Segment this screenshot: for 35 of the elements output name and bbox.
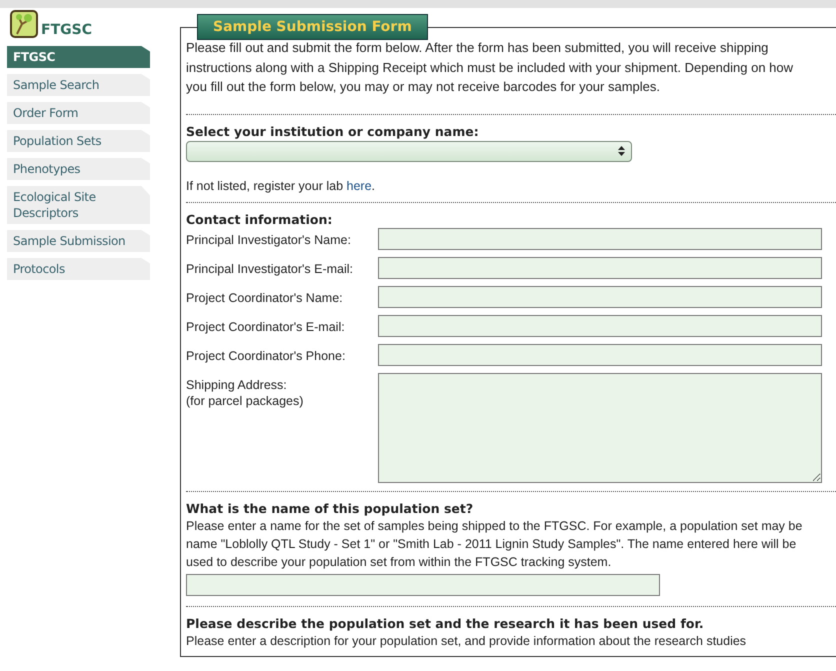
field-label: Principal Investigator's Name:	[186, 232, 352, 248]
nav-link[interactable]: Population Sets	[7, 130, 150, 152]
input-field[interactable]	[378, 344, 822, 366]
site-title: FTGSC	[41, 22, 92, 38]
field-label: Principal Investigator's E-mail:	[186, 260, 354, 276]
register-link[interactable]: here	[346, 178, 372, 192]
nav-link[interactable]: Phenotypes	[7, 158, 150, 180]
section-text: Please enter a description for your population set, and provide information about the research studies	[186, 632, 748, 650]
input-field[interactable]	[378, 314, 822, 336]
field-label: Shipping Address:	[186, 376, 288, 392]
register-note: If not listed, register your lab here.	[186, 178, 376, 192]
field-label: Project Coordinator's E-mail:	[186, 318, 346, 334]
field-label: Project Coordinator's Name:	[186, 290, 344, 306]
nav-link[interactable]: FTGSC	[7, 46, 150, 68]
nav-link[interactable]: Order Form	[7, 102, 150, 124]
nav-link[interactable]: Protocols	[7, 258, 150, 280]
section-heading: Select your institution or company name:	[186, 122, 480, 140]
nav-link[interactable]: Sample Search	[7, 74, 150, 96]
section-text: Please enter a name for the set of samples being shipped to the FTGSC. For example, a population set may be name "Loblolly QTL Study - Set 1" or "Smith Lab - 2011 Lignin Study Samples". The name entered here will be used to describe your population set from within the FTGSC tracking system.	[186, 518, 804, 570]
section-heading: Please describe the population set and the research it has been used for.	[186, 614, 705, 632]
institution-select[interactable]	[186, 140, 632, 162]
input-field[interactable]	[378, 286, 822, 308]
form-legend: Sample Submission Form	[197, 14, 428, 40]
tree-logo-icon	[10, 10, 38, 38]
field-label: Project Coordinator's Phone:	[186, 348, 346, 364]
updown-arrows-icon	[618, 146, 625, 156]
population-name-field[interactable]	[186, 574, 660, 596]
input-field[interactable]	[378, 256, 822, 278]
input-field[interactable]	[378, 228, 822, 250]
section-heading: Contact information:	[186, 210, 334, 228]
intro-text: Please fill out and submit the form below. After the form has been submitted, you will receive shipping instructions along with a Shipping Receipt which must be included with your shipment. Depending on how you fill out the form below, you may or may not receive barcodes for your samples.	[186, 39, 794, 96]
nav-link[interactable]: Ecological Site Descriptors	[7, 186, 150, 224]
section-heading: What is the name of this population set?	[186, 500, 474, 516]
field-hint: (for parcel packages)	[186, 392, 304, 408]
nav-link[interactable]: Sample Submission	[7, 230, 150, 252]
